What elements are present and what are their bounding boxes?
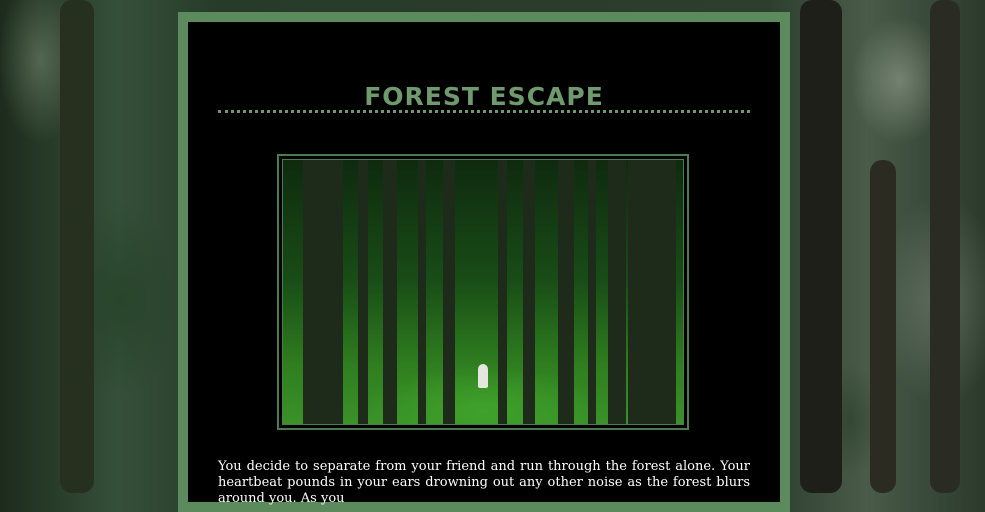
story-text: You decide to separate from your friend … (218, 459, 750, 506)
title-divider (218, 110, 750, 113)
background-tree-trunk (930, 0, 960, 493)
forest-tree (303, 160, 343, 424)
background-tree-trunk (870, 160, 896, 493)
game-title: FOREST ESCAPE (364, 82, 604, 111)
background-tree-trunk (60, 0, 94, 493)
forest-tree (418, 160, 426, 424)
forest-tree (383, 160, 397, 424)
forest-tree (628, 160, 676, 424)
forest-tree (358, 160, 368, 424)
scene-image-frame (277, 154, 689, 430)
forest-tree (498, 160, 507, 424)
forest-tree (523, 160, 535, 424)
forest-tree (443, 160, 455, 424)
forest-tree (588, 160, 596, 424)
scene-image (282, 159, 684, 425)
story-panel: FOREST ESCAPE You decide to separate fro… (178, 12, 790, 512)
background-tree-trunk (800, 0, 842, 493)
forest-tree (558, 160, 574, 424)
forest-tree (608, 160, 626, 424)
person-figure (478, 364, 488, 388)
